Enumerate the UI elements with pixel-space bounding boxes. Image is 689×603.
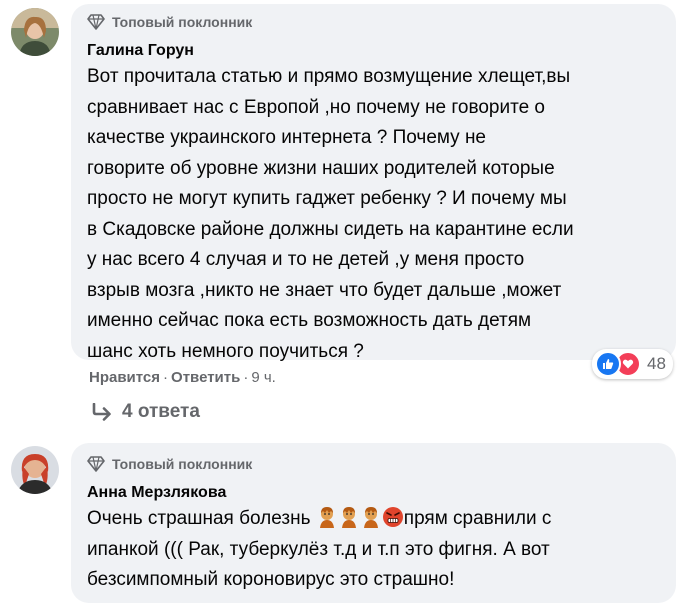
replies-count: 4 ответа [122, 401, 200, 422]
comment-bubble: Топовый поклонник Галина Горун Вот прочи… [71, 4, 676, 362]
top-fan-badge[interactable]: Топовый поклонник [87, 456, 252, 472]
comment-text-part: Очень страшная болезнь [87, 508, 316, 529]
zombie-emoji-icon [341, 507, 356, 528]
comment-author[interactable]: Анна Мерзлякова [87, 484, 226, 502]
separator: · [243, 369, 249, 386]
reply-arrow-icon [92, 403, 111, 421]
badge-label: Топовый поклонник [112, 14, 253, 30]
comment-actions: Нравится · Ответить · 9 ч. [89, 369, 276, 386]
reaction-summary[interactable]: 48 [592, 349, 673, 379]
reaction-count: 48 [647, 354, 666, 373]
view-replies-button[interactable]: 4 ответа [91, 401, 200, 423]
reply-button[interactable]: Ответить [171, 369, 240, 386]
diamond-icon [87, 456, 105, 472]
badge-label: Топовый поклонник [112, 456, 253, 472]
top-fan-badge[interactable]: Топовый поклонник [87, 14, 252, 30]
avatar[interactable] [11, 8, 59, 56]
angry-emoji-icon [382, 507, 403, 527]
comment-text-part: прям сравнили с [403, 508, 552, 529]
like-reaction-icon [595, 351, 621, 377]
diamond-icon [87, 14, 105, 30]
like-button[interactable]: Нравится [89, 369, 160, 386]
zombie-emoji-icon [363, 507, 378, 528]
comment-bubble: Топовый поклонник Анна Мерзлякова Очень … [71, 443, 676, 603]
zombie-emoji-icon [319, 507, 334, 528]
comment-author[interactable]: Галина Горун [87, 42, 194, 60]
timestamp[interactable]: 9 ч. [251, 369, 276, 386]
comment-text: Вот прочитала статью и прямо возмущение … [87, 66, 574, 362]
avatar[interactable] [11, 446, 59, 494]
separator: · [163, 369, 169, 386]
comment-text-part: ипанкой ((( Рак, туберкулёз т.д и т.п эт… [87, 538, 550, 591]
comment-text: Очень страшная болезнь прям сравнили с ип… [87, 504, 672, 596]
